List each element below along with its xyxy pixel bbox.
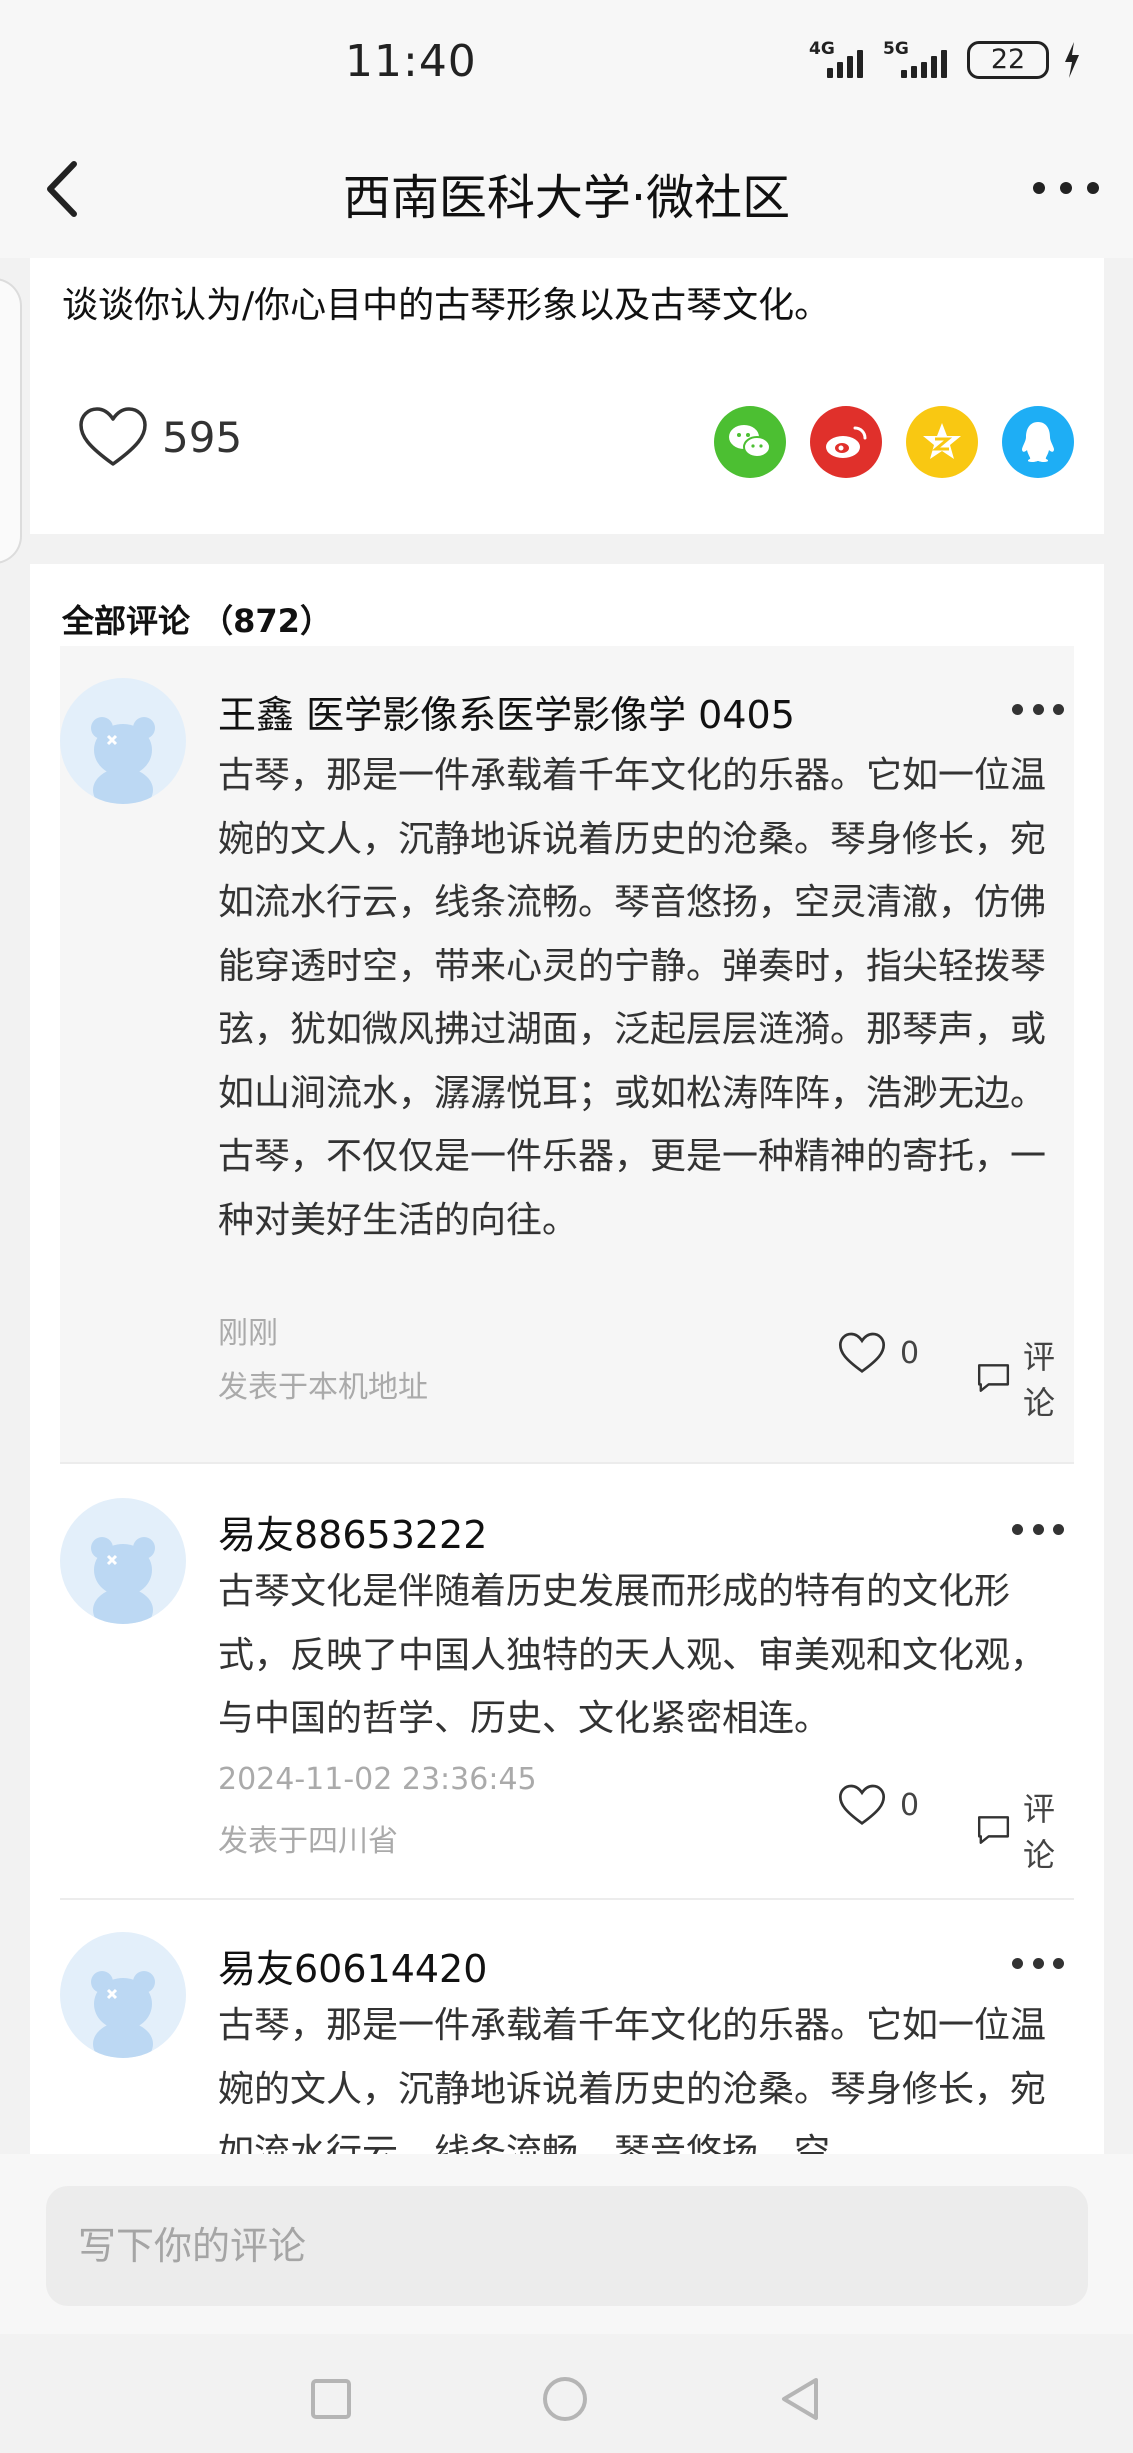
comment-reply-label: 评论 bbox=[1023, 1338, 1056, 1422]
wechat-icon bbox=[729, 425, 771, 458]
comment-item[interactable]: 易友88653222 古琴文化是伴随着历史发展而形成的特有的文化形式，反映了中国… bbox=[60, 1466, 1074, 1900]
default-avatar-icon bbox=[91, 1537, 155, 1624]
default-avatar-icon bbox=[91, 717, 155, 804]
signal-5g-icon: 5G bbox=[883, 40, 953, 80]
comment-body: 古琴，那是一件承载着千年文化的乐器。它如一位温婉的文人，沉静地诉说着历史的沧桑。… bbox=[218, 755, 1047, 1241]
comment-bubble-icon bbox=[977, 1364, 1010, 1392]
more-dot bbox=[1087, 182, 1099, 194]
post-card: 谈谈你认为/你心目中的古琴形象以及古琴文化。 595 bbox=[30, 258, 1104, 534]
more-button[interactable] bbox=[1033, 168, 1099, 208]
nav-bar: 西南医科大学·微社区 bbox=[0, 118, 1133, 258]
comment-more-button[interactable] bbox=[1012, 1958, 1064, 1970]
share-row bbox=[714, 406, 1074, 478]
battery-icon: 22 bbox=[967, 41, 1049, 79]
share-weibo-button[interactable] bbox=[810, 406, 882, 478]
comment-input-bar bbox=[0, 2154, 1133, 2334]
comment-like-button[interactable]: 0 bbox=[838, 1784, 919, 1826]
comment-author[interactable]: 王鑫 医学影像系医学影像学 0405 bbox=[218, 684, 795, 739]
avatar[interactable] bbox=[60, 678, 186, 804]
more-dot bbox=[1060, 182, 1072, 194]
comment-item[interactable]: 易友60614420 古琴，那是一件承载着千年文化的乐器。它如一位温婉的文人，沉… bbox=[60, 1900, 1074, 2154]
comment-input[interactable] bbox=[46, 2186, 1088, 2306]
comment-reply-label: 评论 bbox=[1023, 1790, 1056, 1874]
back-triangle-icon[interactable] bbox=[776, 2374, 826, 2424]
comment-location: 发表于四川省 bbox=[218, 1824, 398, 1859]
avatar[interactable] bbox=[60, 1932, 186, 2058]
more-dot bbox=[1033, 182, 1045, 194]
comment-time: 2024-11-02 23:36:45 bbox=[218, 1762, 537, 1797]
heart-icon bbox=[838, 1784, 886, 1825]
weibo-icon bbox=[826, 426, 867, 458]
comment-like-count: 0 bbox=[900, 1787, 920, 1823]
side-drawer-handle[interactable] bbox=[0, 278, 22, 564]
signal-4g-icon: 4G bbox=[809, 40, 869, 80]
page-title: 西南医科大学·微社区 bbox=[342, 170, 791, 226]
status-time: 11:40 bbox=[345, 36, 477, 87]
comments-section: 全部评论 （872） 王鑫 医学影像系医学影像学 0405 古琴，那是一件承载着… bbox=[30, 564, 1104, 2154]
comment-location: 发表于本机地址 bbox=[218, 1370, 428, 1405]
comment-item[interactable]: 王鑫 医学影像系医学影像学 0405 古琴，那是一件承载着千年文化的乐器。它如一… bbox=[60, 646, 1074, 1464]
avatar[interactable] bbox=[60, 1498, 186, 1624]
comment-reply-button[interactable]: 评论 bbox=[976, 1784, 1074, 1876]
system-nav-bar bbox=[0, 2334, 1133, 2453]
circle-icon[interactable] bbox=[540, 2374, 590, 2424]
comments-header: 全部评论 （872） bbox=[62, 602, 332, 640]
comment-body: 古琴，那是一件承载着千年文化的乐器。它如一位温婉的文人，沉静地诉说着历史的沧桑。… bbox=[218, 2005, 1047, 2154]
post-text: 谈谈你认为/你心目中的古琴形象以及古琴文化。 bbox=[62, 285, 831, 326]
comment-time: 刚刚 bbox=[218, 1316, 278, 1351]
heart-icon bbox=[838, 1332, 886, 1373]
default-avatar-icon bbox=[91, 1971, 155, 2058]
comment-author[interactable]: 易友88653222 bbox=[218, 1504, 487, 1559]
charging-icon bbox=[1065, 42, 1079, 78]
heart-icon bbox=[79, 407, 147, 466]
page: 11:40 4G 5G 22 西南医科大学·微社区 谈谈你认为/你心目中的古琴形… bbox=[0, 0, 1133, 2453]
comment-author[interactable]: 易友60614420 bbox=[218, 1938, 487, 1993]
share-wechat-button[interactable] bbox=[714, 406, 786, 478]
comment-more-button[interactable] bbox=[1012, 1524, 1064, 1536]
comment-reply-button[interactable]: 评论 bbox=[976, 1332, 1074, 1424]
share-qq-button[interactable] bbox=[1002, 406, 1074, 478]
comment-bubble-icon bbox=[977, 1816, 1010, 1844]
post-like-button[interactable]: 595 bbox=[78, 406, 242, 468]
comment-more-button[interactable] bbox=[1012, 704, 1064, 716]
status-icons: 4G 5G 22 bbox=[809, 40, 1081, 80]
comment-like-count: 0 bbox=[900, 1335, 920, 1371]
comment-body: 古琴文化是伴随着历史发展而形成的特有的文化形式，反映了中国人独特的天人观、审美观… bbox=[218, 1571, 1047, 1739]
qzone-icon bbox=[923, 423, 961, 459]
square-icon[interactable] bbox=[306, 2374, 356, 2424]
status-bar: 11:40 4G 5G 22 bbox=[0, 0, 1133, 118]
post-like-count: 595 bbox=[162, 412, 243, 462]
share-qzone-button[interactable] bbox=[906, 406, 978, 478]
qq-icon bbox=[1022, 422, 1054, 462]
comment-like-button[interactable]: 0 bbox=[838, 1332, 919, 1374]
